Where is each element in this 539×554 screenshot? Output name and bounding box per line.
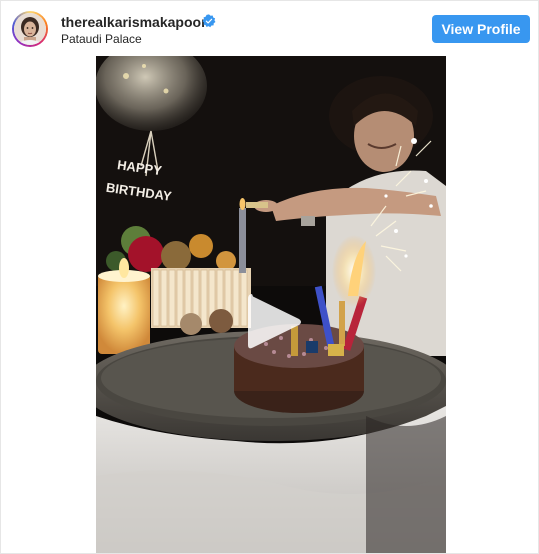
play-icon[interactable] xyxy=(244,290,304,354)
avatar-image xyxy=(14,13,46,45)
avatar-story-ring[interactable] xyxy=(12,11,48,47)
location-link[interactable]: Pataudi Palace xyxy=(61,32,142,46)
view-profile-button[interactable]: View Profile xyxy=(432,15,530,43)
username-link[interactable]: therealkarismakapoor xyxy=(61,14,207,30)
instagram-embed-card: therealkarismakapoor Pataudi Palace View… xyxy=(0,0,539,554)
verified-badge-icon xyxy=(202,14,216,28)
avatar[interactable] xyxy=(14,13,46,45)
post-header: therealkarismakapoor Pataudi Palace View… xyxy=(1,1,538,56)
video-player[interactable]: HAPPY BIRTHDAY xyxy=(96,56,446,553)
